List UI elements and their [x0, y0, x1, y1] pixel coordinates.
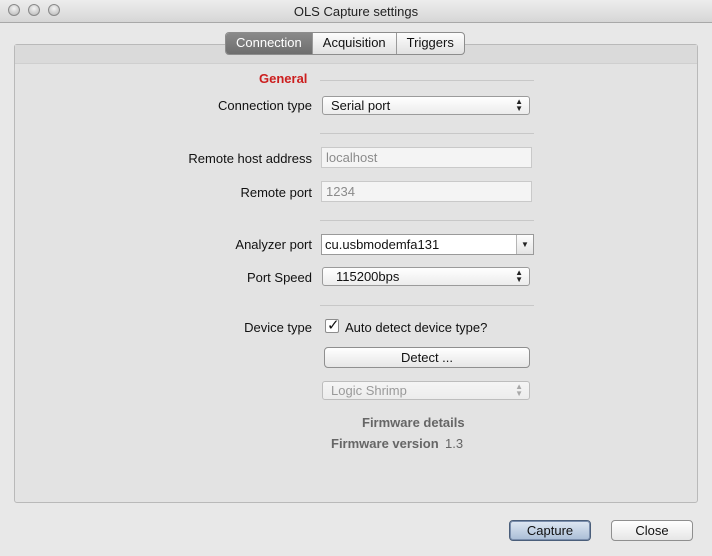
- device-model-value: Logic Shrimp: [331, 383, 407, 398]
- auto-detect-checkbox[interactable]: ✓: [325, 317, 340, 334]
- remote-host-field[interactable]: localhost: [321, 147, 532, 168]
- title-bar: OLS Capture settings: [0, 0, 712, 23]
- tab-triggers[interactable]: Triggers: [397, 33, 464, 54]
- port-speed-select[interactable]: 115200bps ▲ ▼: [322, 267, 530, 286]
- auto-detect-label: Auto detect device type?: [345, 320, 488, 335]
- port-speed-value: 115200bps: [336, 269, 400, 284]
- tab-bar: Connection Acquisition Triggers: [225, 32, 465, 55]
- tab-connection[interactable]: Connection: [226, 33, 313, 54]
- capture-settings-window: OLS Capture settings Connection Acquisit…: [0, 0, 712, 556]
- divider: [320, 305, 534, 306]
- select-arrows-icon: ▲ ▼: [515, 382, 523, 398]
- remote-host-label: Remote host address: [188, 151, 312, 166]
- device-model-select[interactable]: Logic Shrimp ▲ ▼: [322, 381, 530, 400]
- close-button[interactable]: Close: [611, 520, 693, 541]
- window-title: OLS Capture settings: [293, 4, 419, 19]
- analyzer-port-label: Analyzer port: [235, 237, 312, 252]
- section-title-general: General: [259, 71, 308, 86]
- select-arrows-icon: ▲ ▼: [515, 268, 523, 284]
- firmware-version-value: 1.3: [445, 436, 464, 451]
- port-speed-label: Port Speed: [246, 270, 312, 285]
- connection-type-select[interactable]: Serial port ▲ ▼: [322, 96, 530, 115]
- connection-type-value: Serial port: [331, 98, 391, 113]
- divider: [320, 220, 534, 221]
- tab-acquisition[interactable]: Acquisition: [313, 33, 397, 54]
- remote-port-label: Remote port: [240, 185, 312, 200]
- analyzer-port-value: cu.usbmodemfa131: [325, 237, 440, 252]
- divider: [320, 133, 534, 134]
- analyzer-port-combo[interactable]: cu.usbmodemfa131 ▼: [321, 234, 534, 255]
- firmware-version-label: Firmware version: [331, 436, 439, 451]
- checkmark-icon: ✓: [327, 317, 340, 334]
- chevron-down-icon[interactable]: ▼: [516, 235, 533, 254]
- select-arrows-icon: ▲ ▼: [515, 97, 523, 113]
- capture-button[interactable]: Capture: [509, 520, 591, 541]
- device-type-label: Device type: [244, 320, 312, 335]
- firmware-details-label: Firmware details: [362, 415, 465, 430]
- remote-port-field[interactable]: 1234: [321, 181, 532, 202]
- detect-button[interactable]: Detect ...: [324, 347, 530, 368]
- section-divider: [320, 80, 534, 81]
- connection-type-label: Connection type: [218, 98, 312, 113]
